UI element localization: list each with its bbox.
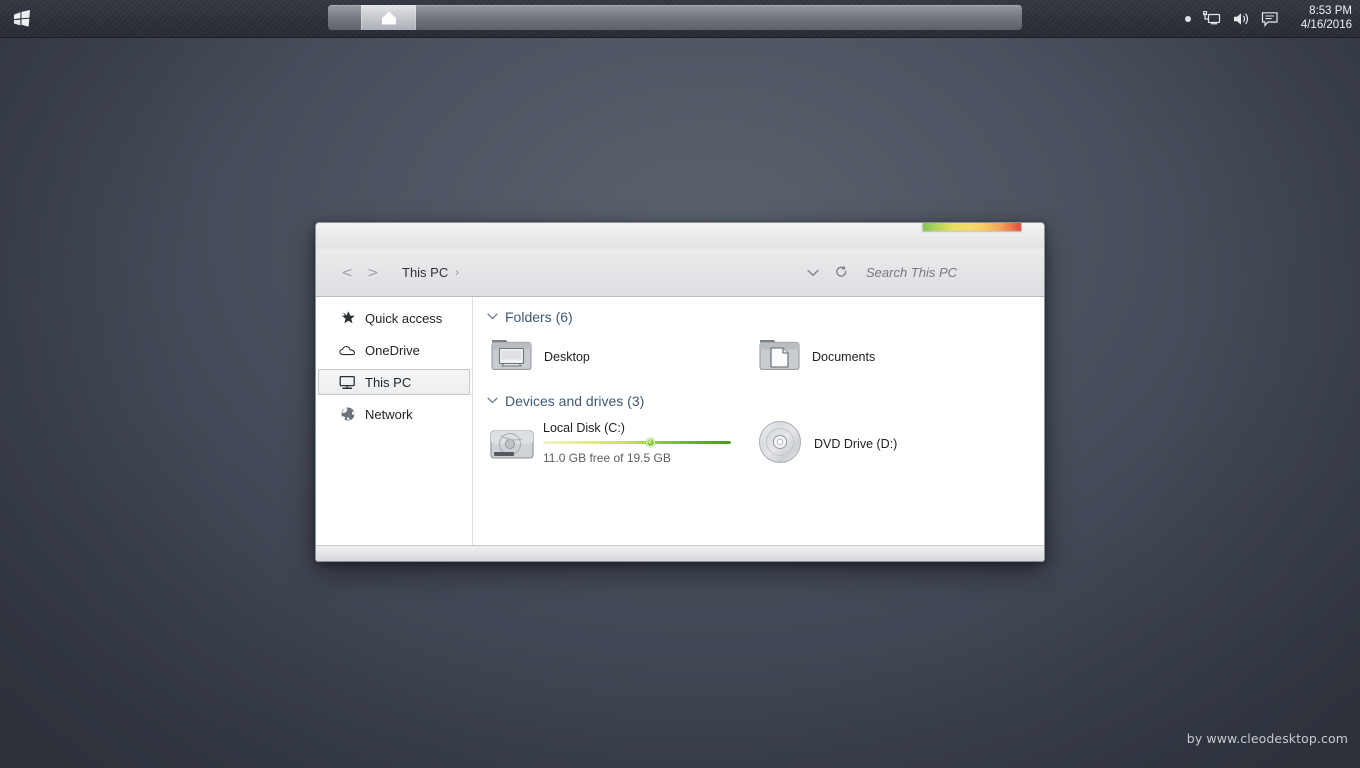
drives-grid: Local Disk (C:) 11.0 GB free of 19.5 GB [485,415,1044,473]
monitor-icon [339,374,356,391]
content-pane: Folders (6) Desktop Documents Devices an… [473,297,1044,545]
window-caption-buttons[interactable] [922,223,1022,232]
sidebar-item-label: Network [365,406,413,422]
status-bar [316,545,1044,561]
group-title: Folders (6) [505,309,573,325]
drive-capacity-text: 11.0 GB free of 19.5 GB [543,451,671,465]
sidebar-item-this-pc[interactable]: This PC [318,369,470,395]
cloud-icon [339,342,356,359]
folder-item-desktop[interactable]: Desktop [485,331,753,383]
hard-disk-icon [489,418,535,471]
back-button[interactable]: < [334,260,360,286]
chevron-down-icon[interactable] [487,395,498,407]
clock[interactable]: 8:53 PM 4/16/2016 [1292,5,1352,32]
folder-item-documents[interactable]: Documents [753,331,1021,383]
chevron-down-icon[interactable] [487,311,498,323]
drive-label: DVD Drive (D:) [814,437,898,451]
forward-button[interactable]: > [360,260,386,286]
system-tray[interactable]: 8:53 PM 4/16/2016 [1185,0,1352,38]
notification-icon[interactable] [1260,9,1280,29]
navigation-toolbar[interactable]: < > This PC › Search This PC [316,249,1044,297]
drive-label: Local Disk (C:) [543,421,625,435]
sidebar-item-network[interactable]: Network [318,401,470,427]
volume-icon[interactable] [1231,9,1251,29]
taskbar-button-rest[interactable] [416,5,1022,30]
navigation-right-group[interactable]: Search This PC [804,264,1034,282]
desktop: 8:53 PM 4/16/2016 < > This PC › Search T… [0,0,1360,768]
navigation-pane[interactable]: Quick access OneDrive This PC Network [316,297,473,545]
folder-documents-icon [757,336,802,379]
watermark: by www.cleodesktop.com [1186,731,1348,746]
globe-network-icon [339,406,356,423]
sidebar-item-onedrive[interactable]: OneDrive [318,337,470,363]
folder-label: Desktop [544,350,590,364]
file-explorer-window[interactable]: < > This PC › Search This PC Quick acces… [315,222,1045,562]
chevron-down-icon[interactable] [804,264,822,282]
taskbar-button-left[interactable] [328,5,361,30]
drive-capacity-bar [543,438,731,447]
folders-grid: Desktop Documents [485,331,1044,383]
sidebar-item-quick-access[interactable]: Quick access [318,305,470,331]
chevron-right-icon: › [455,266,459,279]
sidebar-item-label: Quick access [365,310,443,326]
taskbar-window-buttons[interactable] [328,5,1022,30]
folder-desktop-icon [489,336,534,379]
taskbar[interactable]: 8:53 PM 4/16/2016 [0,0,1360,38]
clock-time: 8:53 PM [1309,5,1352,18]
breadcrumb-item-this-pc[interactable]: This PC [402,265,448,280]
star-icon [339,310,356,327]
refresh-icon[interactable] [832,264,850,282]
group-header-devices[interactable]: Devices and drives (3) [485,393,1044,409]
network-icon[interactable] [1202,9,1222,29]
group-title: Devices and drives (3) [505,393,645,409]
pentagon-home-icon [381,11,396,24]
clock-date: 4/16/2016 [1300,19,1352,31]
sidebar-item-label: This PC [365,374,412,390]
drive-info: Local Disk (C:) 11.0 GB free of 19.5 GB [543,418,738,465]
optical-disc-icon [757,419,803,470]
search-input[interactable]: Search This PC [866,265,1026,280]
drive-capacity-marker [645,438,655,447]
window-titlebar[interactable] [316,223,1044,249]
breadcrumb[interactable]: This PC › [402,265,459,280]
sidebar-item-label: OneDrive [365,342,420,358]
tray-dot[interactable] [1185,16,1191,22]
window-body: Quick access OneDrive This PC Network Fo… [316,297,1044,545]
drive-item-dvd[interactable]: DVD Drive (D:) [753,415,1021,473]
taskbar-button-active[interactable] [361,5,416,30]
folder-label: Documents [812,350,876,364]
group-header-folders[interactable]: Folders (6) [485,309,1044,325]
drive-item-local-disk[interactable]: Local Disk (C:) 11.0 GB free of 19.5 GB [485,415,753,473]
windows-logo[interactable] [10,7,34,31]
